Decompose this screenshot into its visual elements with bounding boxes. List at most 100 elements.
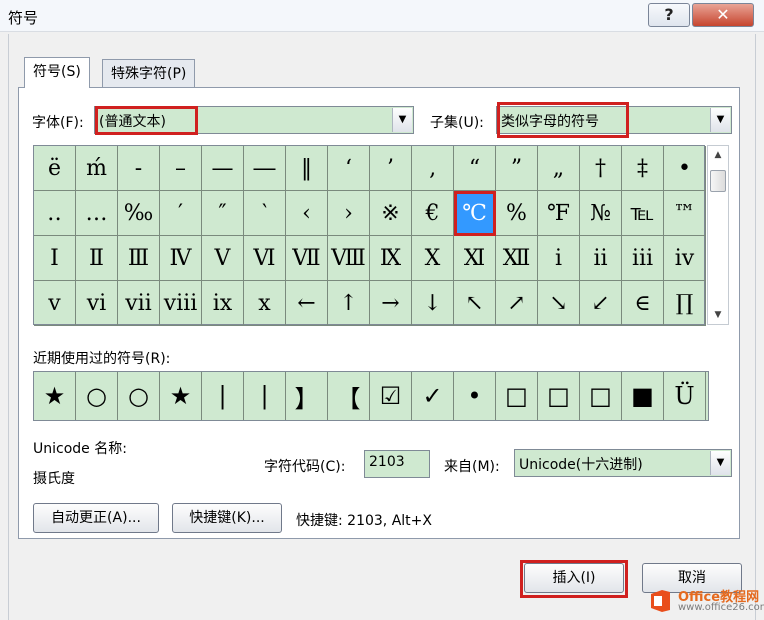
symbol-cell[interactable]: … xyxy=(76,191,118,236)
recent-symbol-cell[interactable]: ■ xyxy=(622,372,664,420)
scroll-down-icon[interactable]: ▼ xyxy=(708,306,728,324)
symbol-cell[interactable]: ↗ xyxy=(496,281,538,326)
symbol-cell[interactable]: ⅰ xyxy=(538,236,580,281)
chevron-down-icon[interactable]: ▼ xyxy=(392,108,412,132)
symbol-cell[interactable]: ℉ xyxy=(538,191,580,236)
symbol-cell[interactable]: ⅹ xyxy=(244,281,286,326)
recent-symbol-cell[interactable]: ☑ xyxy=(370,372,412,420)
chevron-down-icon[interactable]: ▼ xyxy=(710,108,730,132)
recent-symbol-cell[interactable]: 】 xyxy=(286,372,328,420)
symbol-cell[interactable]: ⅳ xyxy=(664,236,706,281)
symbol-cell[interactable]: Ⅴ xyxy=(202,236,244,281)
symbol-cell[interactable]: % xyxy=(496,191,538,236)
symbol-cell[interactable]: ↙ xyxy=(580,281,622,326)
recent-symbol-cell[interactable]: ✓ xyxy=(412,372,454,420)
symbol-cell[interactable]: ë xyxy=(34,146,76,191)
symbol-cell[interactable]: ⅶ xyxy=(118,281,160,326)
symbol-cell[interactable]: ⅱ xyxy=(580,236,622,281)
symbol-cell[interactable]: ′ xyxy=(160,191,202,236)
recent-symbol-cell[interactable]: 【 xyxy=(328,372,370,420)
symbol-cell[interactable]: Ⅱ xyxy=(76,236,118,281)
recent-symbol-cell[interactable]: □ xyxy=(538,372,580,420)
recent-symbols-grid[interactable]: ★ ○ ○ ★ | |】【☑ ✓ • □ □ □ ■ Ü xyxy=(33,371,709,421)
symbol-cell[interactable]: ⅲ xyxy=(622,236,664,281)
tab-symbols[interactable]: 符号(S) xyxy=(24,57,90,88)
symbol-cell[interactable]: † xyxy=(580,146,622,191)
symbol-cell[interactable]: ‰ xyxy=(118,191,160,236)
symbol-cell[interactable]: → xyxy=(370,281,412,326)
close-button[interactable]: ✕ xyxy=(692,3,754,27)
recent-symbol-cell[interactable]: ○ xyxy=(118,372,160,420)
symbol-cell[interactable]: ← xyxy=(286,281,328,326)
symbol-cell[interactable]: ‚ xyxy=(412,146,454,191)
symbol-cell[interactable]: ↘ xyxy=(538,281,580,326)
recent-symbol-cell[interactable]: Ü xyxy=(664,372,706,420)
symbol-cell[interactable]: ↖ xyxy=(454,281,496,326)
symbol-cell[interactable]: ḿ xyxy=(76,146,118,191)
shortcut-key-button[interactable]: 快捷键(K)... xyxy=(172,503,282,533)
symbol-cell[interactable]: ‹ xyxy=(286,191,328,236)
recent-symbol-cell[interactable]: | xyxy=(202,372,244,420)
unicode-name-label: Unicode 名称: xyxy=(33,441,127,457)
symbol-cell[interactable]: ℡ xyxy=(622,191,664,236)
recent-symbol-cell[interactable]: • xyxy=(454,372,496,420)
symbol-cell[interactable]: ’ xyxy=(370,146,412,191)
symbol-cell[interactable]: № xyxy=(580,191,622,236)
symbol-cell[interactable]: Ⅺ xyxy=(454,236,496,281)
symbol-cell-selected[interactable]: ℃ xyxy=(454,191,496,236)
from-value: Unicode(十六进制) xyxy=(519,457,643,473)
symbol-cell[interactable]: Ⅻ xyxy=(496,236,538,281)
recent-symbol-cell[interactable]: □ xyxy=(580,372,622,420)
symbol-cell[interactable]: — xyxy=(202,146,244,191)
symbol-cell[interactable]: ‵ xyxy=(244,191,286,236)
symbol-cell[interactable]: Ⅹ xyxy=(412,236,454,281)
scroll-thumb[interactable] xyxy=(710,170,726,192)
symbol-cell[interactable]: › xyxy=(328,191,370,236)
autocorrect-button[interactable]: 自动更正(A)... xyxy=(33,503,159,533)
symbol-grid-scrollbar[interactable]: ▲ ▼ xyxy=(707,145,729,325)
symbol-cell[interactable]: ※ xyxy=(370,191,412,236)
symbol-cell[interactable]: ↓ xyxy=(412,281,454,326)
symbol-cell[interactable]: ― xyxy=(244,146,286,191)
symbol-cell[interactable]: ″ xyxy=(202,191,244,236)
symbol-cell[interactable]: Ⅳ xyxy=(160,236,202,281)
from-dropdown[interactable]: Unicode(十六进制) ▼ xyxy=(514,449,732,477)
recent-symbol-cell[interactable]: ○ xyxy=(76,372,118,420)
symbol-cell[interactable]: ‖ xyxy=(286,146,328,191)
symbol-cell[interactable]: ∏ xyxy=(664,281,706,326)
tab-special-characters[interactable]: 特殊字符(P) xyxy=(102,59,196,88)
symbol-cell[interactable]: € xyxy=(412,191,454,236)
recent-symbol-cell[interactable]: ★ xyxy=(160,372,202,420)
symbol-cell[interactable]: ⅴ xyxy=(34,281,76,326)
symbol-cell[interactable]: ” xyxy=(496,146,538,191)
symbol-cell[interactable]: ↑ xyxy=(328,281,370,326)
symbol-cell[interactable]: Ⅷ xyxy=(328,236,370,281)
symbol-cell[interactable]: ⅷ xyxy=(160,281,202,326)
scroll-up-icon[interactable]: ▲ xyxy=(708,146,728,164)
symbol-cell[interactable]: ‐ xyxy=(118,146,160,191)
help-button[interactable]: ? xyxy=(648,3,690,27)
symbol-cell[interactable]: • xyxy=(664,146,706,191)
shortcut-text: 快捷键: 2103, Alt+X xyxy=(296,513,432,529)
symbol-cell[interactable]: Ⅲ xyxy=(118,236,160,281)
symbol-cell[interactable]: ⅸ xyxy=(202,281,244,326)
symbol-cell[interactable]: Ⅰ xyxy=(34,236,76,281)
symbol-cell[interactable]: ‥ xyxy=(34,191,76,236)
symbol-cell[interactable]: – xyxy=(160,146,202,191)
symbol-cell[interactable]: „ xyxy=(538,146,580,191)
symbol-cell[interactable]: ⅵ xyxy=(76,281,118,326)
recent-symbol-cell[interactable]: ★ xyxy=(34,372,76,420)
chevron-down-icon[interactable]: ▼ xyxy=(710,451,730,475)
symbol-cell[interactable]: Ⅸ xyxy=(370,236,412,281)
symbol-cell[interactable]: “ xyxy=(454,146,496,191)
recent-symbol-cell[interactable]: □ xyxy=(496,372,538,420)
symbol-cell[interactable]: Ⅶ xyxy=(286,236,328,281)
char-code-input[interactable]: 2103 xyxy=(364,450,430,478)
symbol-cell[interactable]: Ⅵ xyxy=(244,236,286,281)
recent-symbol-cell[interactable]: | xyxy=(244,372,286,420)
symbol-cell[interactable]: ∈ xyxy=(622,281,664,326)
symbol-grid[interactable]: ë ḿ ‐ – — ― ‖ ‘’ ‚ “” „ † ‡ • ‥… ‰ ′ ″ ‵ ‹ › ※ € ℃% ℉ № ℡ ™ Ⅰ Ⅱ Ⅲ Ⅳ Ⅴ Ⅵ Ⅶ Ⅷ… xyxy=(33,145,706,326)
symbol-cell[interactable]: ‡ xyxy=(622,146,664,191)
symbol-cell[interactable]: ™ xyxy=(664,191,706,236)
symbol-cell[interactable]: ‘ xyxy=(328,146,370,191)
